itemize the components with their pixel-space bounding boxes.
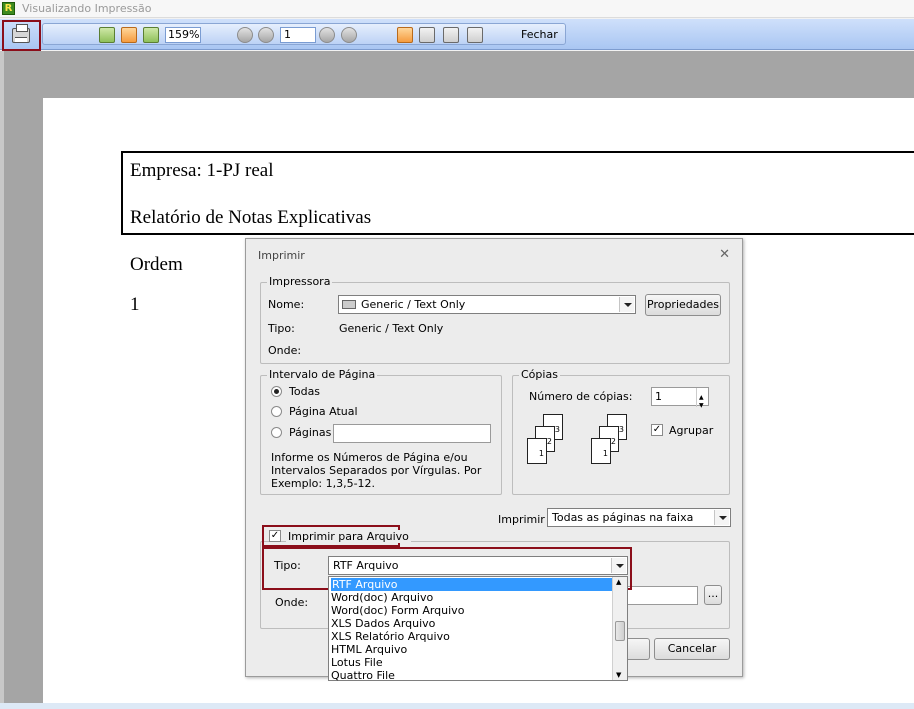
print-what-value: Todas as páginas na faixa: [552, 511, 694, 524]
file-type-option[interactable]: XLS Dados Arquivo: [331, 617, 435, 630]
first-page-icon[interactable]: [237, 27, 253, 43]
report-title: Relatório de Notas Explicativas: [130, 207, 372, 228]
previous-page-icon[interactable]: [258, 27, 274, 43]
printer-group-legend: Impressora: [267, 275, 333, 288]
copies-group: Cópias Número de cópias: 1 ▲ ▼ 3 2 1 3 2…: [512, 368, 730, 495]
company-name: Empresa: 1-PJ real: [130, 160, 274, 181]
close-icon[interactable]: ✕: [719, 247, 730, 262]
file-type-value: RTF Arquivo: [333, 559, 399, 572]
two-pages-view-icon[interactable]: [419, 27, 435, 43]
range-all-label[interactable]: Todas: [289, 385, 320, 398]
file-type-option[interactable]: Lotus File: [331, 656, 383, 669]
file-type-label: Tipo:: [274, 559, 301, 572]
four-pages-view-icon[interactable]: [443, 27, 459, 43]
left-edge: [0, 51, 4, 709]
title-bar: R Visualizando Impressão: [0, 0, 914, 18]
printer-type-value: Generic / Text Only: [339, 322, 444, 335]
file-type-option[interactable]: HTML Arquivo: [331, 643, 407, 656]
range-current-radio[interactable]: [271, 406, 282, 417]
file-type-option[interactable]: RTF Arquivo: [331, 578, 613, 591]
window-title: Visualizando Impressão: [22, 2, 152, 15]
one-page-icon[interactable]: [99, 27, 115, 43]
file-type-option[interactable]: XLS Relatório Arquivo: [331, 630, 450, 643]
row-value: 1: [130, 294, 140, 315]
printer-icon[interactable]: [12, 24, 30, 43]
toolbar-strip: 159% 1 Fechar: [42, 23, 566, 45]
page-number-input[interactable]: 1: [280, 27, 316, 43]
print-to-file-checkbox[interactable]: ✓: [269, 530, 281, 542]
print-what-label: Imprimir: [498, 513, 545, 526]
last-page-icon[interactable]: [341, 27, 357, 43]
scrollbar-thumb[interactable]: [615, 621, 625, 641]
print-to-file-highlight[interactable]: ✓ Imprimir para Arquivo: [262, 525, 411, 547]
pages-input[interactable]: [333, 424, 491, 443]
whole-page-icon[interactable]: [143, 27, 159, 43]
page-range-group: Intervalo de Página Todas Página Atual P…: [260, 368, 502, 495]
multi-pages-view-icon[interactable]: [467, 27, 483, 43]
range-hint-line1: Informe os Números de Página e/ou: [271, 451, 468, 464]
spin-down-icon[interactable]: ▼: [699, 397, 704, 414]
collate-label[interactable]: Agrupar: [669, 424, 713, 437]
file-type-option[interactable]: Quattro File: [331, 669, 395, 682]
printer-where-label: Onde:: [268, 344, 302, 357]
collate-checkbox[interactable]: ✓: [651, 424, 663, 436]
zoom-input[interactable]: 159%: [165, 27, 201, 43]
copies-legend: Cópias: [519, 368, 560, 381]
print-what-select[interactable]: Todas as páginas na faixa: [547, 508, 731, 527]
range-hint-line2: Intervalos Separados por Vírgulas. Por: [271, 464, 482, 477]
chevron-down-icon[interactable]: [619, 297, 634, 312]
scroll-up-icon[interactable]: ▲: [616, 578, 621, 586]
printer-select-value: Generic / Text Only: [361, 298, 466, 311]
file-type-option[interactable]: Word(doc) Arquivo: [331, 591, 433, 604]
cancel-button[interactable]: Cancelar: [654, 638, 730, 660]
range-pages-radio[interactable]: [271, 427, 282, 438]
dropdown-scrollbar[interactable]: ▲ ▼: [612, 577, 627, 680]
file-type-select[interactable]: RTF Arquivo: [328, 556, 628, 575]
print-button-highlight[interactable]: [2, 20, 41, 51]
printer-type-label: Tipo:: [268, 322, 295, 335]
print-preview-window: R Visualizando Impressão 159% 1 Fechar E…: [0, 0, 914, 709]
range-hint-line3: Exemplo: 1,3,5-12.: [271, 477, 376, 490]
printer-icon: [342, 300, 356, 309]
dialog-title: Imprimir: [258, 249, 305, 262]
app-logo-icon: R: [2, 2, 15, 15]
scroll-down-icon[interactable]: ▼: [616, 671, 621, 679]
properties-button[interactable]: Propriedades: [645, 294, 721, 316]
copy-page-1: 1: [527, 438, 547, 464]
print-to-file-label[interactable]: Imprimir para Arquivo: [286, 530, 411, 543]
printer-select[interactable]: Generic / Text Only: [338, 295, 636, 314]
copies-spinner[interactable]: ▲ ▼: [696, 388, 708, 409]
copies-count-input[interactable]: 1 ▲ ▼: [651, 387, 709, 409]
status-strip: [0, 703, 914, 709]
range-current-label[interactable]: Página Atual: [289, 405, 358, 418]
range-all-radio[interactable]: [271, 386, 282, 397]
next-page-icon[interactable]: [319, 27, 335, 43]
copy-page-1: 1: [591, 438, 611, 464]
chevron-down-icon[interactable]: [611, 558, 626, 573]
file-type-option[interactable]: Word(doc) Form Arquivo: [331, 604, 464, 617]
toolbar: 159% 1 Fechar: [0, 19, 914, 50]
page-width-icon[interactable]: [121, 27, 137, 43]
range-pages-label[interactable]: Páginas: [289, 426, 331, 439]
ok-button[interactable]: [626, 638, 650, 660]
file-where-label: Onde:: [275, 596, 309, 609]
copies-count-value: 1: [655, 390, 662, 403]
column-header-ordem: Ordem: [130, 254, 183, 275]
copies-count-label: Número de cópias:: [529, 390, 633, 403]
printer-group: Impressora Nome: Generic / Text Only Pro…: [260, 275, 730, 364]
file-type-dropdown: RTF Arquivo Word(doc) Arquivo Word(doc) …: [328, 576, 628, 682]
page-range-legend: Intervalo de Página: [267, 368, 378, 381]
chevron-down-icon[interactable]: [714, 510, 729, 525]
browse-button[interactable]: ...: [704, 585, 722, 605]
close-preview-button[interactable]: Fechar: [521, 27, 558, 43]
single-page-view-icon[interactable]: [397, 27, 413, 43]
printer-name-label: Nome:: [268, 298, 305, 311]
